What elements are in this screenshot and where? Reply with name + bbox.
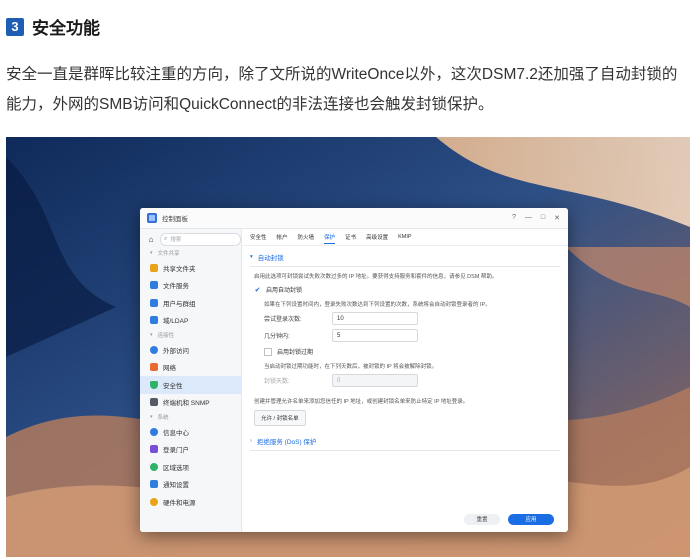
- login-attempts-row: 尝试登录次数: 10: [264, 312, 568, 325]
- window-titlebar: 控制面板 ? — □ ✕: [140, 208, 568, 229]
- sidebar-item-domain-ldap[interactable]: 域/LDAP: [140, 312, 241, 330]
- tab-security[interactable]: 安全性: [250, 233, 267, 241]
- apply-button[interactable]: 应用: [508, 513, 554, 525]
- sidebar-item-external-access[interactable]: 外部访问: [140, 341, 241, 359]
- sidebar-item-login-portal[interactable]: 登录门户: [140, 441, 241, 459]
- login-attempts-label: 尝试登录次数:: [264, 317, 302, 323]
- article-heading: 3 安全功能: [6, 14, 100, 39]
- user-group-icon: [150, 298, 158, 307]
- notification-icon: [150, 480, 158, 489]
- tab-advanced[interactable]: 高级设置: [366, 233, 388, 241]
- network-icon: [150, 363, 158, 372]
- block-days-row: 封锁天数: 0: [264, 374, 568, 387]
- block-days-label: 封锁天数:: [264, 379, 290, 385]
- screenshot-photo: 控制面板 ? — □ ✕ ⌂ ⌕ 搜索 ▾ 文件共享 共享文件夹 文件服务 用户与…: [6, 137, 690, 557]
- main-panel: 安全性 帐户 防火墙 保护 证书 高级设置 KMIP ▾ 自动封锁 启用此选项可…: [242, 229, 568, 532]
- within-minutes-row: 几分钟内: 5: [264, 329, 568, 342]
- login-portal-icon: [150, 445, 158, 454]
- chevron-right-icon: ›: [250, 438, 252, 444]
- chevron-down-icon: ▾: [150, 332, 153, 338]
- tab-bar: 安全性 帐户 防火墙 保护 证书 高级设置 KMIP: [242, 229, 568, 246]
- article-paragraph: 安全一直是群晖比较注重的方向，除了文所说的WriteOnce以外，这次DSM7.…: [6, 66, 678, 113]
- within-minutes-label: 几分钟内:: [264, 334, 290, 340]
- auto-block-section-header[interactable]: ▾ 自动封锁: [250, 252, 568, 262]
- allow-block-list-button[interactable]: 允许 / 封锁名单: [254, 410, 306, 426]
- terminal-icon: [150, 398, 158, 407]
- login-attempts-input[interactable]: 10: [332, 312, 418, 325]
- control-panel-icon: [147, 213, 157, 223]
- sidebar-group-system[interactable]: ▾ 系统: [140, 411, 241, 423]
- sidebar-item-regional-options[interactable]: 区域选项: [140, 458, 241, 476]
- sidebar-item-hardware-power[interactable]: 硬件和电源: [140, 493, 241, 511]
- close-icon[interactable]: ✕: [554, 214, 560, 222]
- block-days-input[interactable]: 0: [332, 374, 418, 387]
- help-icon[interactable]: ?: [512, 214, 516, 222]
- maximize-icon[interactable]: □: [541, 214, 545, 222]
- sidebar-item-file-services[interactable]: 文件服务: [140, 277, 241, 295]
- search-input[interactable]: ⌕ 搜索: [160, 232, 241, 246]
- tab-certificate[interactable]: 证书: [345, 233, 356, 241]
- search-icon: ⌕: [164, 235, 168, 242]
- search-placeholder: 搜索: [170, 237, 182, 243]
- sidebar-item-shared-folder[interactable]: 共享文件夹: [140, 259, 241, 277]
- chevron-down-icon: ▾: [250, 254, 253, 260]
- enable-block-expiration-row[interactable]: 启用封锁过期: [264, 347, 568, 356]
- sidebar-item-terminal-snmp[interactable]: 终端机和 SNMP: [140, 394, 241, 412]
- external-access-icon: [150, 345, 158, 354]
- auto-block-rule-desc: 如果在下列设置时间内，登录失败次数达到下列设置的次数，系统将会自动封锁登录者的 …: [264, 302, 491, 308]
- checkmark-icon[interactable]: ✔: [254, 286, 261, 294]
- sidebar-group-connectivity[interactable]: ▾ 连接性: [140, 329, 241, 341]
- home-icon[interactable]: ⌂: [145, 233, 157, 245]
- tab-firewall[interactable]: 防火墙: [298, 233, 315, 241]
- sidebar: ⌂ ⌕ 搜索 ▾ 文件共享 共享文件夹 文件服务 用户与群组 域/LDAP ▾ 连接…: [140, 229, 242, 532]
- regional-options-icon: [150, 462, 158, 471]
- divider: [250, 450, 560, 451]
- dos-protection-section-header[interactable]: › 拒绝服务 (DoS) 保护: [250, 436, 568, 446]
- security-shield-icon: [150, 380, 158, 389]
- sidebar-item-info-center[interactable]: 信息中心: [140, 423, 241, 441]
- info-center-icon: [150, 427, 158, 436]
- divider: [250, 266, 560, 267]
- checkbox-empty-icon[interactable]: [264, 347, 272, 356]
- chevron-down-icon: ▾: [150, 414, 153, 420]
- enable-auto-block-row[interactable]: ✔ 启用自动封锁: [254, 285, 568, 295]
- window-footer: 重置 应用: [242, 506, 568, 532]
- folder-share-icon: [150, 263, 158, 272]
- reset-button[interactable]: 重置: [464, 513, 500, 525]
- auto-block-description: 启用此选项可封锁尝试失败次数过多的 IP 地址。要获得支持服务和套件的信息，请参…: [254, 274, 498, 280]
- tab-account[interactable]: 帐户: [277, 233, 288, 241]
- sidebar-item-security[interactable]: 安全性: [140, 376, 241, 394]
- sidebar-item-notification[interactable]: 通知设置: [140, 476, 241, 494]
- sidebar-item-user-group[interactable]: 用户与群组: [140, 294, 241, 312]
- sidebar-group-file-sharing[interactable]: ▾ 文件共享: [140, 247, 241, 259]
- sidebar-item-network[interactable]: 网络: [140, 359, 241, 377]
- hardware-power-icon: [150, 497, 158, 506]
- tab-protection[interactable]: 保护: [324, 233, 336, 244]
- allow-block-list-desc: 创建并管理允许名单来添加您信任的 IP 地址，或创建封锁名单来防止特定 IP 地…: [254, 399, 469, 405]
- block-expiration-desc: 当启动封锁过期功能时，在下列天数后，被封锁的 IP 将会被解除封锁。: [264, 364, 438, 370]
- section-number-badge: 3: [6, 17, 24, 36]
- tab-kmip[interactable]: KMIP: [398, 234, 411, 240]
- file-services-icon: [150, 281, 158, 290]
- chevron-down-icon: ▾: [150, 250, 153, 256]
- article-heading-text: 安全功能: [32, 19, 100, 38]
- minimize-icon[interactable]: —: [525, 214, 532, 222]
- within-minutes-input[interactable]: 5: [332, 329, 418, 342]
- domain-ldap-icon: [150, 316, 158, 325]
- control-panel-window: 控制面板 ? — □ ✕ ⌂ ⌕ 搜索 ▾ 文件共享 共享文件夹 文件服务 用户与…: [140, 208, 568, 532]
- window-title: 控制面板: [162, 216, 188, 223]
